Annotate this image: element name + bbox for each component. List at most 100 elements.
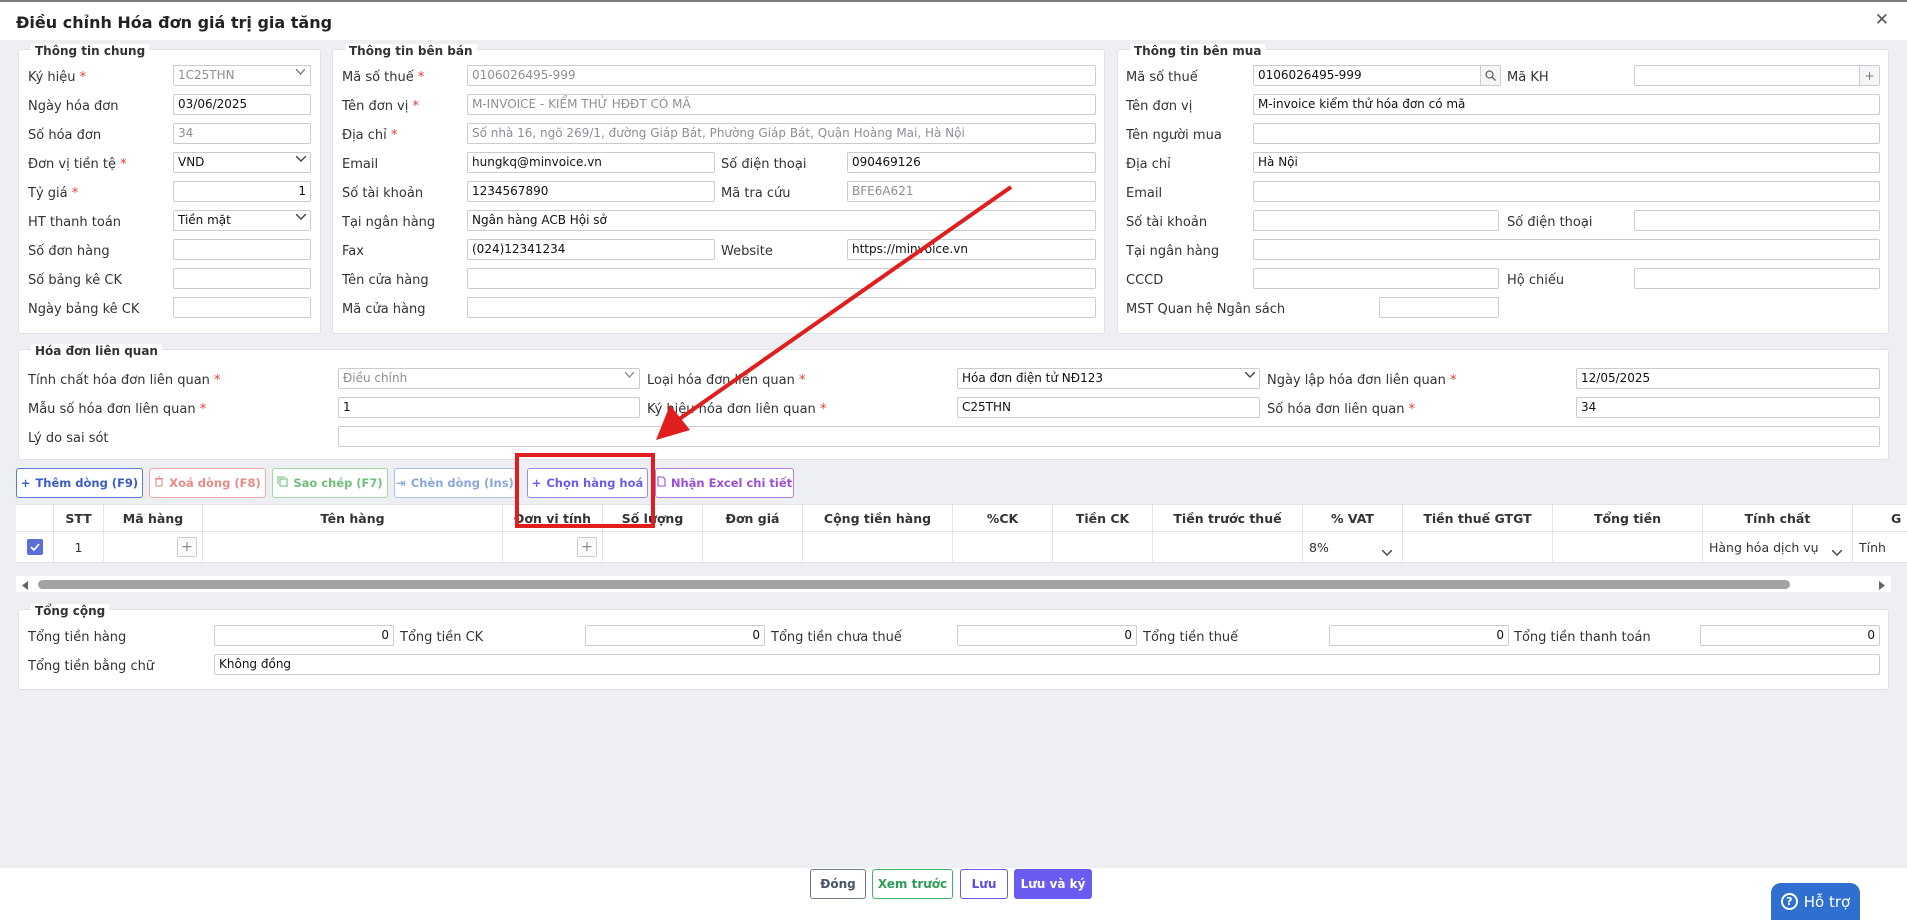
close-button[interactable]: Đóng [810, 869, 866, 899]
related-template-input[interactable]: 1 [338, 397, 640, 418]
payment-method-select[interactable]: Tiền mặt [173, 210, 311, 231]
total-payment-input[interactable]: 0 [1700, 625, 1880, 646]
plus-icon: + [20, 476, 31, 490]
pick-unit-plus-icon[interactable]: + [577, 537, 597, 557]
help-icon: ? [1780, 893, 1798, 910]
total-tax-label: Tổng tiền thuế [1143, 630, 1239, 645]
plus-icon[interactable]: + [1859, 66, 1879, 85]
exchange-rate-input[interactable]: 1 [173, 181, 311, 202]
currency-select[interactable]: VND [173, 152, 311, 173]
error-reason-input[interactable] [338, 426, 1880, 447]
invoice-number-input[interactable]: 34 [173, 123, 311, 144]
chevron-down-icon [1381, 544, 1393, 559]
delete-row-button[interactable]: Xoá dòng (F8) [149, 468, 266, 498]
cccd-input[interactable] [1253, 268, 1499, 289]
seller-bank-label: Tại ngân hàng [342, 215, 436, 230]
buyer-tax-input[interactable]: 0106026495-999 [1253, 65, 1501, 86]
passport-input[interactable] [1634, 268, 1880, 289]
related-nature-select[interactable]: Điều chỉnh [338, 368, 640, 389]
total-goods-input[interactable]: 0 [214, 625, 394, 646]
seller-account-input[interactable]: 1234567890 [467, 181, 715, 202]
row-extra-cell[interactable]: Tính [1853, 532, 1907, 563]
row-amount-cell[interactable] [803, 532, 953, 563]
store-code-input[interactable] [467, 297, 1096, 318]
save-button[interactable]: Lưu [960, 869, 1008, 899]
dialog-footer [0, 868, 1907, 920]
seller-address-input[interactable]: Số nhà 16, ngõ 269/1, đường Giáp Bát, Ph… [467, 123, 1096, 144]
row-unit-cell[interactable]: + [503, 532, 603, 563]
preview-button[interactable]: Xem trước [872, 869, 953, 899]
dialog-titlebar: Điều chỉnh Hóa đơn giá trị gia tăng ✕ [0, 0, 1907, 40]
close-icon[interactable]: ✕ [1875, 10, 1889, 30]
seller-fax-label: Fax [342, 244, 364, 259]
related-date-input[interactable]: 12/05/2025 [1576, 368, 1880, 389]
row-pretax-cell[interactable] [1153, 532, 1303, 563]
buyer-phone-input[interactable] [1634, 210, 1880, 231]
seller-tax-input[interactable]: 0106026495-999 [467, 65, 1096, 86]
scroll-right-icon[interactable] [1879, 579, 1885, 594]
related-number-input[interactable]: 34 [1576, 397, 1880, 418]
seller-email-input[interactable]: hungkq@minvoice.vn [467, 152, 715, 173]
total-discount-input[interactable]: 0 [585, 625, 765, 646]
save-and-sign-button[interactable]: Lưu và ký [1014, 869, 1092, 899]
total-words-input[interactable]: Không đồng [214, 654, 1880, 675]
buyer-email-input[interactable] [1253, 181, 1880, 202]
seller-lookup-label: Mã tra cứu [721, 186, 791, 201]
scrollbar-thumb[interactable] [38, 580, 1790, 589]
grid-header-discount-pct: %CK [953, 505, 1053, 532]
seller-website-input[interactable]: https://minvoice.vn [847, 239, 1096, 260]
seller-fax-input[interactable]: (024)12341234 [467, 239, 715, 260]
related-type-label: Loại hóa đơn liên quan * [647, 373, 806, 388]
total-tax-input[interactable]: 0 [1329, 625, 1509, 646]
row-quantity-cell[interactable] [603, 532, 703, 563]
buyer-name-input[interactable]: M-invoice kiểm thử hóa đơn có mã [1253, 94, 1880, 115]
search-icon[interactable] [1480, 66, 1500, 85]
store-name-input[interactable] [467, 268, 1096, 289]
symbol-select[interactable]: 1C25THN [173, 65, 311, 86]
cccd-label: CCCD [1126, 273, 1164, 288]
buyer-bank-input[interactable] [1253, 239, 1880, 260]
related-number-label: Số hóa đơn liên quan * [1267, 402, 1416, 417]
insert-row-button[interactable]: ⇥ Chèn dòng (Ins) [394, 468, 516, 498]
grid-scrollbar[interactable] [16, 576, 1891, 592]
row-nature-select[interactable]: Hàng hóa dịch vụ [1703, 532, 1853, 563]
row-code-cell[interactable]: + [104, 532, 203, 563]
budget-code-input[interactable] [1379, 297, 1499, 318]
pick-code-plus-icon[interactable]: + [177, 537, 197, 557]
invoice-date-input[interactable]: 03/06/2025 [173, 94, 311, 115]
seller-address-label: Địa chỉ * [342, 128, 398, 143]
import-excel-button[interactable]: Nhận Excel chi tiết [655, 468, 794, 498]
seller-bank-input[interactable]: Ngân hàng ACB Hội sở [467, 210, 1096, 231]
buyer-account-input[interactable] [1253, 210, 1499, 231]
add-row-button[interactable]: + Thêm dòng (F9) [16, 468, 143, 498]
order-number-input[interactable] [173, 239, 311, 260]
statement-number-input[interactable] [173, 268, 311, 289]
row-discount-cell[interactable] [1053, 532, 1153, 563]
seller-phone-input[interactable]: 090469126 [847, 152, 1096, 173]
choose-goods-button[interactable]: + Chọn hàng hoá [527, 468, 648, 498]
row-price-cell[interactable] [703, 532, 803, 563]
row-vat-select[interactable]: 8% [1303, 532, 1403, 563]
row-name-cell[interactable] [203, 532, 503, 563]
buyer-person-input[interactable] [1253, 123, 1880, 144]
buyer-address-input[interactable]: Hà Nội [1253, 152, 1880, 173]
total-pretax-input[interactable]: 0 [957, 625, 1137, 646]
related-symbol-input[interactable]: C25THN [957, 397, 1260, 418]
buyer-bank-label: Tại ngân hàng [1126, 244, 1220, 259]
row-discount-pct-cell[interactable] [953, 532, 1053, 563]
grid-header-amount: Cộng tiền hàng [803, 505, 953, 532]
row-total-cell[interactable] [1553, 532, 1703, 563]
related-type-select[interactable]: Hóa đơn điện tử NĐ123 [957, 368, 1260, 389]
customer-code-input[interactable]: + [1634, 65, 1880, 86]
copy-row-button[interactable]: Sao chép (F7) [272, 468, 388, 498]
seller-lookup-input[interactable]: BFE6A621 [847, 181, 1096, 202]
general-info-legend: Thông tin chung [31, 44, 150, 58]
seller-name-input[interactable]: M-INVOICE - KIỂM THỬ HĐĐT CÓ MÃ [467, 94, 1096, 115]
grid-header-price: Đơn giá [703, 505, 803, 532]
row-checkbox[interactable] [26, 539, 43, 555]
scroll-left-icon[interactable] [22, 579, 28, 594]
grid-header-vat: % VAT [1303, 505, 1403, 532]
statement-date-input[interactable] [173, 297, 311, 318]
row-vat-amount-cell[interactable] [1403, 532, 1553, 563]
support-button[interactable]: ? Hỗ trợ [1771, 883, 1860, 920]
